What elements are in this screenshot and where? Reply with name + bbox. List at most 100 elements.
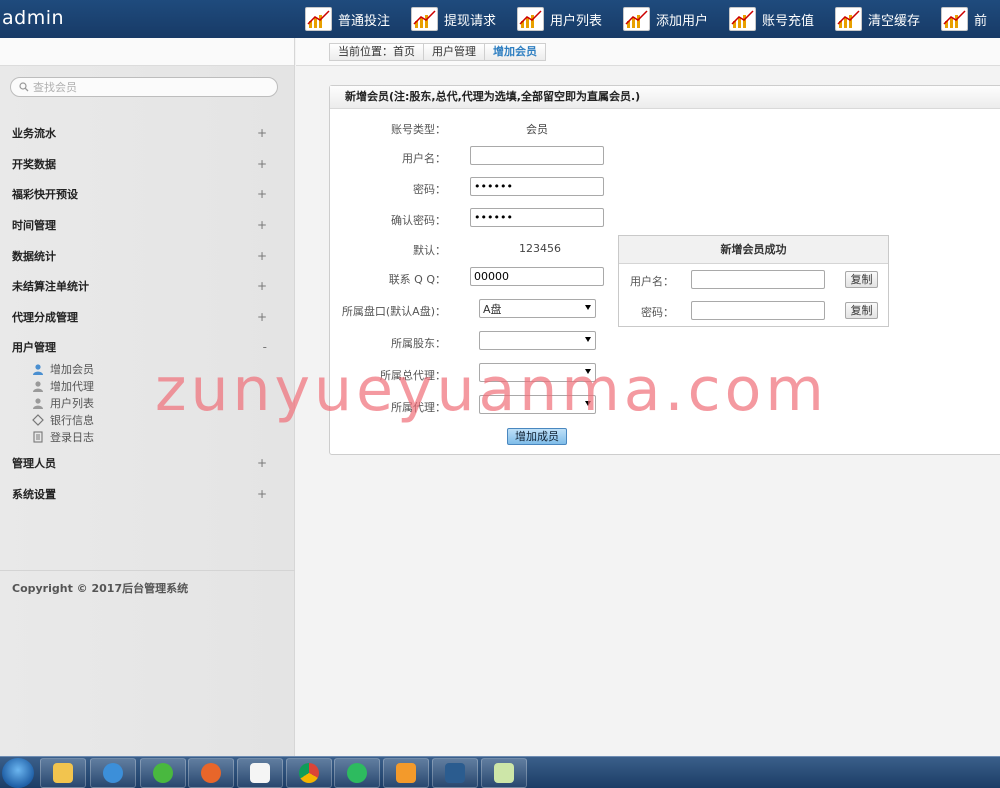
sidebar-item-label: 业务流水: [12, 127, 56, 141]
start-button[interactable]: [2, 758, 34, 788]
chart-icon: [835, 7, 862, 31]
confirm-password-input[interactable]: [470, 208, 604, 227]
expand-icon: +: [256, 218, 267, 233]
topnav-clear-cache[interactable]: 清空缓存: [835, 0, 941, 38]
breadcrumb-home[interactable]: 当前位置：首页: [330, 44, 424, 60]
general-agent-select[interactable]: [479, 363, 596, 382]
success-title: 新增会员成功: [619, 236, 888, 264]
taskbar: [0, 756, 1000, 788]
topnav-user-list[interactable]: 用户列表: [517, 0, 623, 38]
search-input[interactable]: [33, 80, 253, 94]
submenu-add-agent[interactable]: 增加代理: [32, 378, 295, 395]
taskbar-video-player[interactable]: [334, 758, 380, 788]
agent-select[interactable]: [479, 395, 596, 414]
sidebar-item-lottery-data[interactable]: 开奖数据 +: [0, 149, 295, 180]
plate-label: 所属盘口(默认A盘)：: [341, 305, 446, 318]
password-input[interactable]: [470, 177, 604, 196]
chart-icon: [411, 7, 438, 31]
plate-select-value: A盘: [483, 302, 502, 316]
taskbar-chrome[interactable]: [286, 758, 332, 788]
topnav-withdraw[interactable]: 提现请求: [411, 0, 517, 38]
user-add-icon: [33, 364, 43, 376]
main-content: 新增会员(注:股东,总代,代理为选填,全部留空即为直属会员.) 账号类型： 会员…: [296, 67, 1000, 756]
expand-icon: +: [256, 126, 267, 141]
submenu-bank-info[interactable]: 银行信息: [32, 412, 295, 429]
topnav-label: 清空缓存: [868, 13, 921, 29]
sidebar-item-label: 开奖数据: [12, 157, 56, 171]
breadcrumb-current: 增加会员: [493, 45, 537, 58]
sidebar-divider: [0, 570, 295, 571]
copy-password-button[interactable]: 复制: [845, 302, 878, 319]
chart-icon: [623, 7, 650, 31]
copy-username-button[interactable]: 复制: [845, 271, 878, 288]
sidebar-item-user-management[interactable]: 用户管理 -: [0, 332, 295, 363]
chart-icon: [941, 7, 968, 31]
sidebar-item-agent-share[interactable]: 代理分成管理 +: [0, 302, 295, 333]
submenu-add-member[interactable]: 增加会员: [32, 361, 295, 378]
sidebar-item-statistics[interactable]: 数据统计 +: [0, 240, 295, 271]
taskbar-baidu-netdisk[interactable]: [237, 758, 283, 788]
search-icon: [19, 82, 29, 92]
expand-icon: +: [256, 456, 267, 471]
breadcrumb-user-management[interactable]: 用户管理: [424, 44, 485, 60]
success-password-input[interactable]: [691, 301, 825, 320]
topnav-label: 普通投注: [338, 13, 391, 29]
user-icon: [33, 398, 43, 410]
shareholder-label: 所属股东：: [391, 337, 446, 350]
shareholder-select[interactable]: [479, 331, 596, 350]
taskbar-notepad[interactable]: [481, 758, 527, 788]
sidebar-item-unsettled[interactable]: 未结算注单统计 +: [0, 271, 295, 302]
sidebar-item-admins[interactable]: 管理人员 +: [0, 448, 295, 479]
submenu-login-log[interactable]: 登录日志: [32, 429, 295, 446]
submenu-label: 银行信息: [50, 414, 94, 428]
taskbar-uc-browser[interactable]: [383, 758, 429, 788]
sidebar-header: [0, 38, 294, 66]
submenu-label: 登录日志: [50, 431, 94, 445]
chart-icon: [305, 7, 332, 31]
user-management-submenu: 增加会员 增加代理 用户列表 银行信息 登录日志: [0, 361, 295, 446]
submenu-user-list[interactable]: 用户列表: [32, 395, 295, 412]
add-member-button[interactable]: 增加成员: [507, 428, 567, 445]
sidebar-item-business-flow[interactable]: 业务流水 +: [0, 118, 295, 149]
topnav-add-user[interactable]: 添加用户: [623, 0, 729, 38]
default-label: 默认：: [413, 244, 446, 257]
success-password-label: 密码：: [641, 306, 674, 319]
photoshop-icon: [445, 763, 465, 783]
account-type-value: 会员: [526, 123, 548, 136]
sidebar-item-label: 未结算注单统计: [12, 280, 89, 294]
expand-icon: +: [256, 279, 267, 294]
sidebar-item-system-settings[interactable]: 系统设置 +: [0, 478, 295, 509]
add-member-panel: 新增会员(注:股东,总代,代理为选填,全部留空即为直属会员.) 账号类型： 会员…: [329, 85, 1000, 455]
topnav-label: 账号充值: [762, 13, 815, 29]
sidebar-menu: 业务流水 + 开奖数据 + 福彩快开预设 + 时间管理 + 数据统计 + 未结算注单统计 +…: [0, 118, 295, 509]
sidebar-item-label: 系统设置: [12, 487, 56, 501]
top-bar: admin 普通投注 提现请求 用户列表 添加用户 账号充值 清空缓存 前: [0, 0, 1000, 38]
sidebar-item-label: 代理分成管理: [12, 310, 78, 324]
sidebar-item-time-management[interactable]: 时间管理 +: [0, 210, 295, 241]
password-label: 密码：: [413, 183, 446, 196]
search-box: [10, 77, 278, 97]
breadcrumb: 当前位置：首页 用户管理 增加会员: [329, 43, 546, 61]
expand-icon: +: [256, 187, 267, 202]
expand-icon: +: [256, 486, 267, 501]
taskbar-photoshop[interactable]: [432, 758, 478, 788]
document-icon: [33, 431, 43, 443]
topnav-normal-bet[interactable]: 普通投注: [305, 0, 411, 38]
agent-label: 所属代理：: [391, 401, 446, 414]
sidebar: 业务流水 + 开奖数据 + 福彩快开预设 + 时间管理 + 数据统计 + 未结算注单统计 +…: [0, 38, 295, 756]
breadcrumb-bar: 当前位置：首页 用户管理 增加会员: [296, 38, 1000, 66]
username-input[interactable]: [470, 146, 604, 165]
sidebar-item-lottery-preset[interactable]: 福彩快开预设 +: [0, 179, 295, 210]
topnav-recharge[interactable]: 账号充值: [729, 0, 835, 38]
firefox-icon: [201, 763, 221, 783]
taskbar-ie[interactable]: [90, 758, 136, 788]
qq-label: 联系 Q Q：: [388, 273, 446, 286]
expand-icon: +: [256, 248, 267, 263]
topnav-front[interactable]: 前: [941, 0, 1000, 38]
taskbar-explorer[interactable]: [40, 758, 86, 788]
account-type-label: 账号类型：: [391, 123, 446, 136]
play-icon: [347, 763, 367, 783]
taskbar-firefox[interactable]: [188, 758, 234, 788]
taskbar-360-browser[interactable]: [140, 758, 186, 788]
success-username-input[interactable]: [691, 270, 825, 289]
